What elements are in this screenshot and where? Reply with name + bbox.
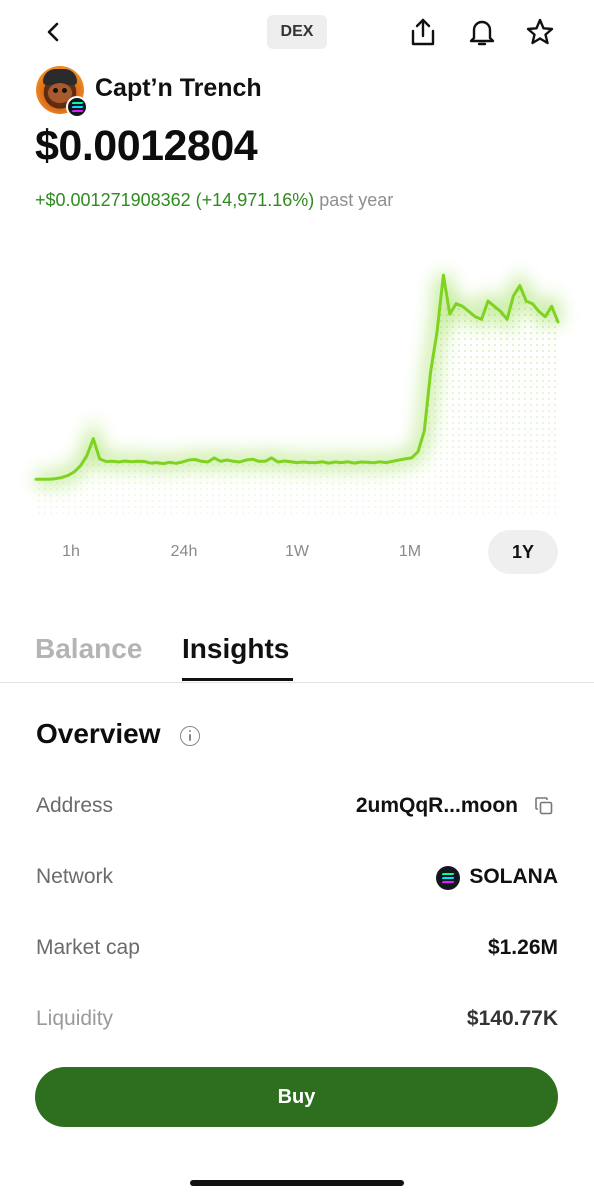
info-icon[interactable] xyxy=(180,726,200,746)
timeframe-1h[interactable]: 1h xyxy=(46,530,96,574)
overview-title: Overview xyxy=(36,718,161,749)
tab-divider xyxy=(0,682,594,683)
bell-icon xyxy=(469,20,495,46)
buy-button[interactable]: Buy xyxy=(35,1067,558,1127)
notifications-button[interactable] xyxy=(462,12,502,52)
timeframe-1w[interactable]: 1W xyxy=(270,530,324,574)
favorite-button[interactable] xyxy=(520,12,560,52)
network-value: SOLANA xyxy=(469,865,558,888)
liquidity-label: Liquidity xyxy=(36,1007,114,1030)
back-button[interactable] xyxy=(34,12,74,52)
tab-balance[interactable]: Balance xyxy=(35,633,142,665)
solana-icon xyxy=(436,866,460,890)
share-icon xyxy=(411,18,435,46)
timeframe-24h[interactable]: 24h xyxy=(155,530,213,574)
star-icon xyxy=(526,18,554,45)
price-change: +$0.001271908362 (+14,971.16%) past year xyxy=(35,190,393,211)
timeframe-label: 24h xyxy=(170,543,198,560)
timeframe-label: 1h xyxy=(62,543,80,560)
tab-insights[interactable]: Insights xyxy=(182,633,289,665)
address-value[interactable]: 2umQqR...moon xyxy=(356,794,518,818)
price-change-period: past year xyxy=(319,190,394,210)
price-chart[interactable] xyxy=(0,240,594,530)
timeframe-label: 1W xyxy=(285,543,309,560)
timeframe-1m[interactable]: 1M xyxy=(383,530,437,574)
timeframe-label: 1Y xyxy=(511,541,535,562)
liquidity-value: $140.77K xyxy=(466,1007,558,1030)
network-label: Network xyxy=(36,865,114,888)
price-change-value: +$0.001271908362 (+14,971.16%) xyxy=(35,190,315,210)
address-label: Address xyxy=(36,794,114,817)
copy-icon[interactable] xyxy=(535,797,553,815)
share-button[interactable] xyxy=(403,12,443,52)
timeframe-label: 1M xyxy=(398,543,422,560)
tab-active-indicator xyxy=(182,678,293,681)
token-price: $0.0012804 xyxy=(35,122,258,170)
market-cap-value: $1.26M xyxy=(487,936,558,959)
back-icon xyxy=(47,22,59,42)
token-name: Capt’n Trench xyxy=(95,74,262,102)
solana-badge-icon xyxy=(66,96,88,118)
dex-badge: DEX xyxy=(267,15,327,49)
home-indicator xyxy=(190,1180,404,1186)
market-cap-label: Market cap xyxy=(36,936,140,959)
timeframe-1y[interactable]: 1Y xyxy=(488,530,558,574)
